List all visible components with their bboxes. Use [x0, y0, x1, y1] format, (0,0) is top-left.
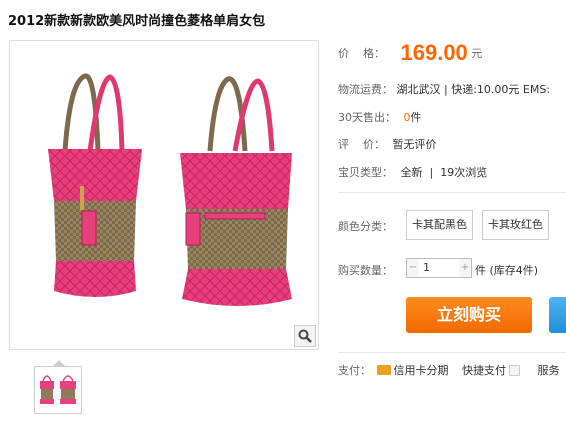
quantity-label: 购买数量： — [338, 264, 393, 277]
price-label: 价 格： — [338, 47, 385, 60]
magnifier-icon — [298, 329, 312, 343]
rating-label: 评 价： — [338, 138, 385, 151]
divider — [338, 352, 566, 353]
service-label: 服务 — [537, 364, 560, 377]
rating-row: 评 价： 暂无评价 — [338, 136, 437, 152]
item-type-row: 宝贝类型： 全新 | 19次浏览 — [338, 164, 487, 180]
quantity-input[interactable]: 1 — [423, 259, 430, 277]
add-to-cart-button[interactable] — [549, 297, 566, 333]
color-option-khaki-black[interactable]: 卡其配黑色 — [406, 210, 473, 240]
color-option-khaki-rose[interactable]: 卡其玫红色 — [482, 210, 549, 240]
shipping-row: 物流运费： 湖北武汉 | 快递:10.00元 EMS: — [338, 81, 550, 97]
price-unit: 元 — [471, 47, 483, 60]
rating-value: 暂无评价 — [392, 138, 437, 151]
payment-row: 支付： 信用卡分期 快捷支付 服务 — [338, 362, 560, 378]
product-title: 2012新款新款欧美风时尚撞色菱格单肩女包 — [8, 14, 266, 29]
buy-now-button[interactable]: 立刻购买 — [406, 297, 532, 333]
item-type-label: 宝贝类型： — [338, 166, 393, 179]
sold-label: 30天售出： — [338, 111, 396, 124]
price-row: 价 格： 169.00 元 — [338, 40, 482, 66]
color-label-row: 颜色分类： — [338, 218, 393, 234]
item-type-value: 全新 | 19次浏览 — [400, 166, 488, 179]
thumbnail-image[interactable] — [34, 366, 82, 414]
shipping-label: 物流运费： — [338, 83, 393, 96]
divider — [338, 192, 566, 193]
quantity-decrease-button[interactable]: − — [407, 259, 419, 277]
zoom-button[interactable] — [294, 325, 316, 347]
quick-pay-link[interactable]: 快捷支付 — [462, 364, 520, 377]
sold-row: 30天售出： 0件 — [338, 109, 422, 125]
sold-count: 0 — [403, 111, 411, 124]
quantity-label-row: 购买数量： — [338, 262, 393, 278]
sold-unit: 件 — [410, 111, 422, 124]
shipping-value: 湖北武汉 | 快递:10.00元 EMS: — [396, 83, 551, 96]
handbag-image — [48, 73, 292, 306]
quantity-increase-button[interactable]: + — [459, 259, 471, 277]
color-label: 颜色分类： — [338, 220, 393, 233]
product-main-image[interactable] — [9, 40, 319, 350]
credit-installment-link[interactable]: 信用卡分期 — [376, 364, 449, 377]
dropdown-icon — [509, 364, 520, 376]
payment-label: 支付： — [338, 364, 371, 377]
credit-card-icon — [376, 365, 391, 375]
quantity-stepper[interactable]: − 1 + — [406, 258, 472, 278]
stock-info: 件 (库存4件) — [475, 264, 539, 277]
price-value: 169.00 — [400, 40, 468, 65]
handbag-thumbnail — [40, 375, 76, 404]
